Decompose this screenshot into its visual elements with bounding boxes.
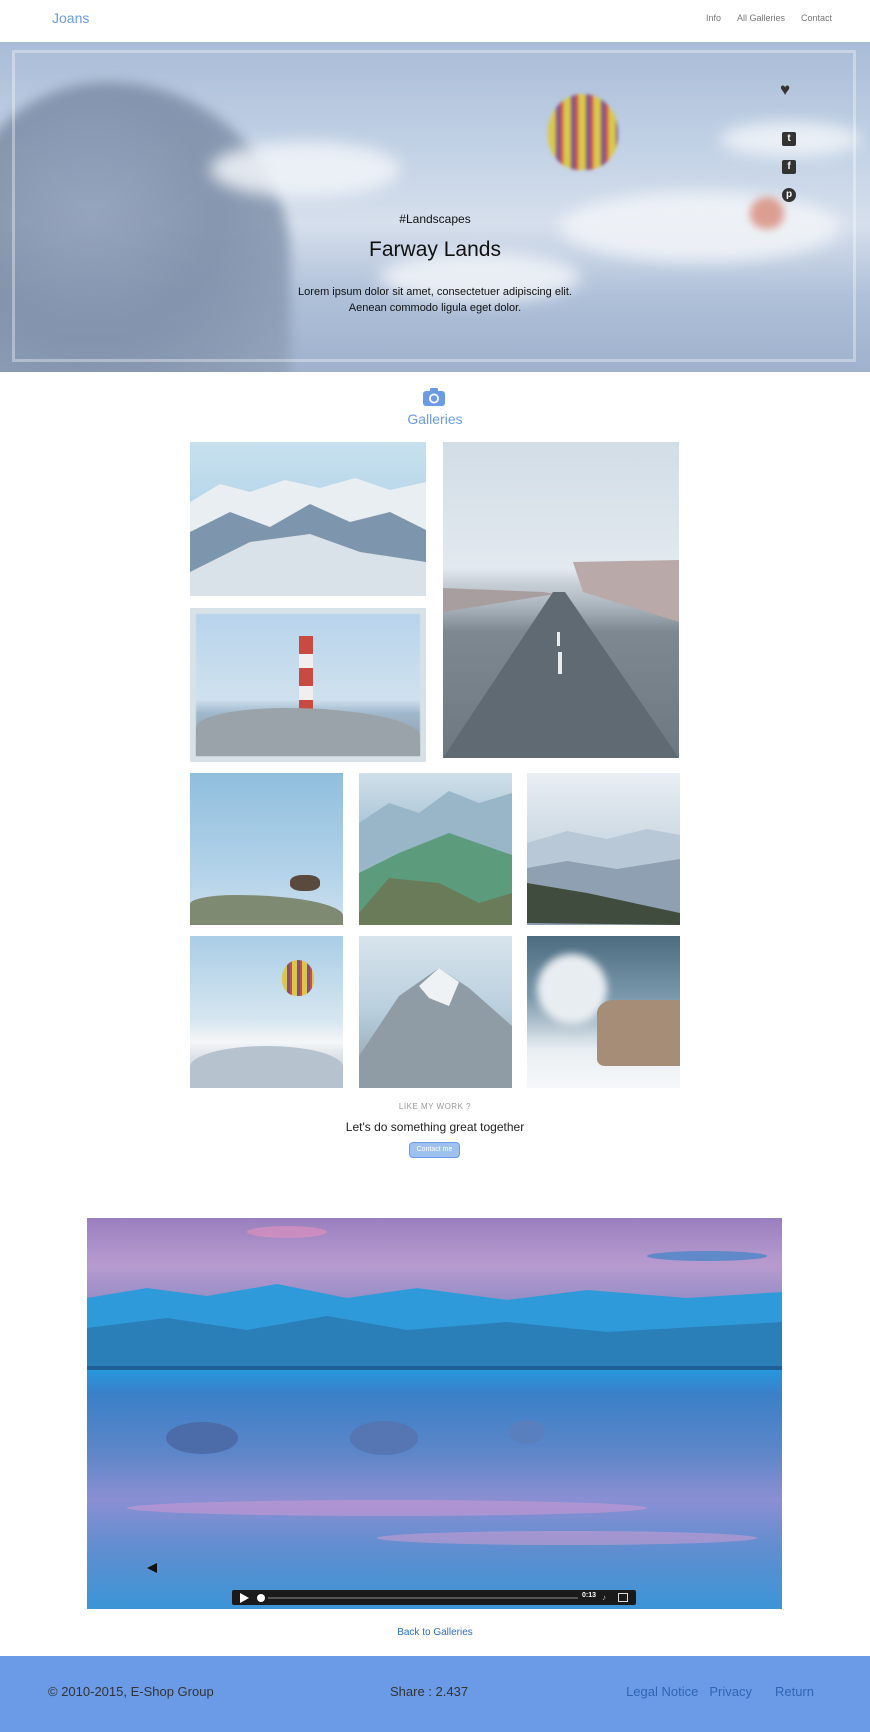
horse-hill — [190, 895, 343, 925]
tumblr-icon[interactable]: t — [782, 132, 796, 146]
cta-eyebrow: LIKE MY WORK ? — [398, 1102, 472, 1111]
gallery-photo-mountains[interactable] — [190, 442, 426, 596]
cta-heading: Let's do something great together — [345, 1120, 525, 1134]
hero-tag: #Landscapes — [399, 212, 471, 226]
gallery-photo-green-mountains[interactable] — [359, 773, 512, 925]
lighthouse-tower — [299, 636, 313, 714]
hero-description: Lorem ipsum dolor sit amet, consectetuer… — [0, 284, 870, 316]
hero-desc-line: Lorem ipsum dolor sit amet, consectetuer… — [298, 286, 572, 298]
nav-contact[interactable]: Contact — [801, 13, 832, 23]
video-time: 0:13 — [582, 1592, 597, 1599]
heart-icon[interactable]: ♥ — [780, 80, 790, 100]
footer-link-legal-notice[interactable]: Legal Notice — [626, 1684, 698, 1699]
footer-links: Legal Notice Privacy Return — [626, 1684, 814, 1699]
contact-me-button[interactable]: Contact me — [409, 1142, 460, 1158]
footer-link-privacy[interactable]: Privacy — [709, 1684, 752, 1699]
balloon-image — [282, 960, 314, 996]
horse-silhouette — [290, 875, 320, 891]
gallery-photo-horse[interactable] — [190, 773, 343, 925]
main-nav: Info All Galleries Contact — [706, 13, 832, 23]
top-navbar: Joans Info All Galleries Contact — [0, 0, 870, 42]
gallery-photo-misty-forest[interactable] — [527, 773, 680, 925]
footer-copyright: © 2010-2015, E-Shop Group — [48, 1684, 214, 1699]
gallery-photo-balloon[interactable] — [190, 936, 343, 1088]
volume-icon[interactable]: ♪ — [602, 1593, 606, 1602]
seek-bar[interactable] — [268, 1597, 578, 1599]
gallery-photo-rocky-peak[interactable] — [359, 936, 512, 1088]
galleries-title: Galleries — [407, 411, 463, 427]
rocky-peak-shape — [359, 968, 512, 1088]
fullscreen-icon[interactable] — [618, 1593, 628, 1602]
video-frame-scene — [87, 1226, 782, 1573]
video-player[interactable]: 0:13 ♪ — [87, 1218, 782, 1609]
cliff-rock — [597, 1000, 680, 1066]
nav-info[interactable]: Info — [706, 13, 721, 23]
nav-all-galleries[interactable]: All Galleries — [737, 13, 785, 23]
mountain-shape — [190, 478, 426, 596]
seek-handle[interactable] — [257, 1594, 265, 1602]
play-icon[interactable] — [240, 1593, 249, 1603]
hero-desc-line: Aenean commodo ligula eget dolor. — [348, 302, 522, 314]
footer-link-return[interactable]: Return — [775, 1684, 814, 1699]
footer: © 2010-2015, E-Shop Group Share : 2.437 … — [0, 1656, 870, 1732]
pinterest-icon[interactable]: p — [782, 188, 796, 202]
balloon-mountains — [190, 1046, 343, 1088]
hero-title: Farway Lands — [369, 238, 501, 261]
video-controls: 0:13 ♪ — [232, 1590, 636, 1605]
gallery-photo-road[interactable] — [443, 442, 679, 758]
hero-banner: #Landscapes Farway Lands Lorem ipsum dol… — [0, 42, 870, 372]
gallery-photo-lighthouse[interactable] — [190, 608, 426, 762]
back-to-galleries-link[interactable]: Back to Galleries — [0, 1627, 870, 1638]
footer-share-count: Share : 2.437 — [390, 1684, 469, 1699]
facebook-icon[interactable]: f — [782, 160, 796, 174]
road-shape — [443, 560, 679, 758]
green-mountain-shape — [359, 791, 512, 925]
gallery-photo-cliff[interactable] — [527, 936, 680, 1088]
camera-icon — [423, 388, 445, 406]
brand-logo[interactable]: Joans — [52, 10, 89, 26]
misty-hills-shape — [527, 829, 680, 925]
